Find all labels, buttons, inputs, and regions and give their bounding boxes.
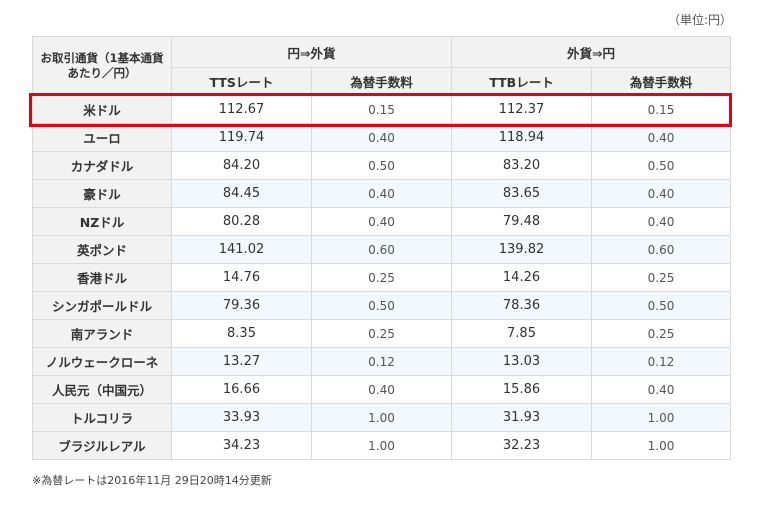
exchange-rate-table-container: お取引通貨（1基本通貨あたり／円） 円⇒外貨 外貨⇒円 TTSレート 為替手数料… <box>32 36 732 460</box>
tts-fee: 0.40 <box>310 123 453 152</box>
ttb-fee: 1.00 <box>591 403 732 432</box>
table-row: 豪ドル 84.45 0.40 83.65 0.40 <box>32 179 732 208</box>
yen-to-foreign-header: 円⇒外貨 <box>170 36 453 68</box>
ttb-fee: 0.40 <box>591 207 732 236</box>
foreign-to-yen-header: 外貨⇒円 <box>451 36 732 68</box>
ttb-fee: 0.50 <box>591 291 732 320</box>
ttb-rate: 118.94 <box>451 123 593 152</box>
update-footnote: ※為替レートは2016年11月 29日20時14分更新 <box>32 474 272 487</box>
ttb-fee: 0.40 <box>591 123 732 152</box>
tts-rate: 119.74 <box>171 123 312 152</box>
currency-name: 英ポンド <box>32 235 172 264</box>
ttb-fee: 0.50 <box>591 151 732 180</box>
ttb-fee: 0.40 <box>591 179 732 208</box>
table-row: ノルウェークローネ 13.27 0.12 13.03 0.12 <box>32 347 732 376</box>
unit-label: （単位:円） <box>667 13 732 27</box>
table-row: 英ポンド 141.02 0.60 139.82 0.60 <box>32 235 732 264</box>
tts-fee: 0.50 <box>310 291 453 320</box>
tts-rate: 80.28 <box>171 207 312 236</box>
tts-rate: 84.20 <box>171 151 312 180</box>
ttb-rate: 15.86 <box>451 375 593 404</box>
table-row: ブラジルレアル 34.23 1.00 32.23 1.00 <box>32 431 732 460</box>
tts-fee: 0.40 <box>310 179 453 208</box>
tts-rate-header: TTSレート <box>171 67 312 96</box>
tts-rate: 79.36 <box>171 291 312 320</box>
ttb-fee: 0.25 <box>591 263 732 292</box>
ttb-fee: 0.60 <box>591 235 732 264</box>
ttb-rate: 13.03 <box>451 347 593 376</box>
table-row: 人民元（中国元） 16.66 0.40 15.86 0.40 <box>32 375 732 404</box>
tts-fee: 1.00 <box>310 403 453 432</box>
ttb-fee: 1.00 <box>591 431 732 460</box>
tts-rate: 13.27 <box>171 347 312 376</box>
ttb-rate: 31.93 <box>451 403 593 432</box>
ttb-rate: 83.65 <box>451 179 593 208</box>
tts-rate: 33.93 <box>171 403 312 432</box>
exchange-rate-table: お取引通貨（1基本通貨あたり／円） 円⇒外貨 外貨⇒円 TTSレート 為替手数料… <box>32 36 732 460</box>
currency-name: NZドル <box>32 207 172 236</box>
tts-rate: 112.67 <box>171 95 312 124</box>
ttb-fee: 0.40 <box>591 375 732 404</box>
ttb-fee: 0.12 <box>591 347 732 376</box>
ttb-rate: 83.20 <box>451 151 593 180</box>
tts-fee: 0.25 <box>310 319 453 348</box>
currency-name: 南アランド <box>32 319 172 348</box>
ttb-rate: 7.85 <box>451 319 593 348</box>
tts-rate: 8.35 <box>171 319 312 348</box>
ttb-rate: 139.82 <box>451 235 593 264</box>
ttb-rate: 79.48 <box>451 207 593 236</box>
currency-name: 香港ドル <box>32 263 172 292</box>
tts-rate: 84.45 <box>171 179 312 208</box>
table-row: 南アランド 8.35 0.25 7.85 0.25 <box>32 319 732 348</box>
table-row: トルコリラ 33.93 1.00 31.93 1.00 <box>32 403 732 432</box>
table-row: ユーロ 119.74 0.40 118.94 0.40 <box>32 123 732 152</box>
tts-fee: 0.25 <box>310 263 453 292</box>
currency-name: 豪ドル <box>32 179 172 208</box>
tts-fee: 0.15 <box>310 95 453 124</box>
table-row: 米ドル 112.67 0.15 112.37 0.15 <box>32 95 732 124</box>
currency-name: 米ドル <box>32 95 172 124</box>
tts-fee: 0.40 <box>310 207 453 236</box>
ttb-rate-header: TTBレート <box>451 67 593 96</box>
tts-rate: 16.66 <box>171 375 312 404</box>
tts-fee: 0.60 <box>310 235 453 264</box>
tts-fee-header: 為替手数料 <box>310 67 453 96</box>
currency-name: シンガポールドル <box>32 291 172 320</box>
tts-rate: 14.76 <box>171 263 312 292</box>
tts-fee: 0.12 <box>310 347 453 376</box>
tts-rate: 141.02 <box>171 235 312 264</box>
ttb-rate: 32.23 <box>451 431 593 460</box>
table-row: NZドル 80.28 0.40 79.48 0.40 <box>32 207 732 236</box>
ttb-fee: 0.25 <box>591 319 732 348</box>
currency-column-header: お取引通貨（1基本通貨あたり／円） <box>32 36 172 96</box>
ttb-fee-header: 為替手数料 <box>591 67 732 96</box>
ttb-fee: 0.15 <box>591 95 732 124</box>
currency-name: トルコリラ <box>32 403 172 432</box>
currency-name: カナダドル <box>32 151 172 180</box>
currency-name: 人民元（中国元） <box>32 375 172 404</box>
tts-fee: 0.50 <box>310 151 453 180</box>
currency-name: ブラジルレアル <box>32 431 172 460</box>
ttb-rate: 78.36 <box>451 291 593 320</box>
ttb-rate: 112.37 <box>451 95 593 124</box>
table-row: シンガポールドル 79.36 0.50 78.36 0.50 <box>32 291 732 320</box>
ttb-rate: 14.26 <box>451 263 593 292</box>
table-row: 香港ドル 14.76 0.25 14.26 0.25 <box>32 263 732 292</box>
currency-name: ノルウェークローネ <box>32 347 172 376</box>
tts-fee: 1.00 <box>310 431 453 460</box>
tts-fee: 0.40 <box>310 375 453 404</box>
table-row: カナダドル 84.20 0.50 83.20 0.50 <box>32 151 732 180</box>
tts-rate: 34.23 <box>171 431 312 460</box>
currency-name: ユーロ <box>32 123 172 152</box>
